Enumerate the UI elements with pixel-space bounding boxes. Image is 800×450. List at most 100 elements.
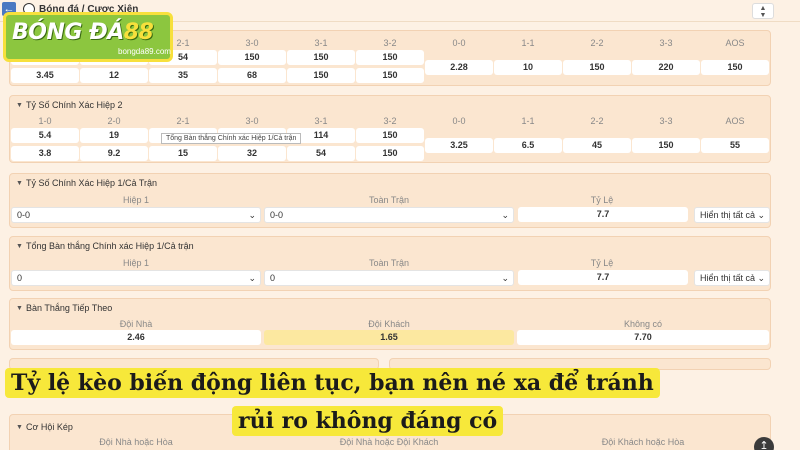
odds-cell[interactable]: 150 <box>632 138 700 153</box>
odds-cell[interactable]: 3.25 <box>425 138 493 153</box>
odds-cell[interactable]: 10 <box>494 60 562 75</box>
label-fulltime: Toàn Trận <box>368 195 410 205</box>
panel-title: Bàn Thắng Tiếp Theo <box>26 303 113 313</box>
chevron-down-icon: ▼ <box>16 242 23 250</box>
logo-number: 88 <box>123 20 154 45</box>
odds-cell[interactable]: 32 <box>218 146 286 161</box>
logo-text: BÓNG ĐÁ <box>12 20 124 45</box>
chevron-down-icon: ▼ <box>16 304 23 312</box>
chevron-down-icon: ⌄ <box>501 210 509 220</box>
score-label: 2-2 <box>590 38 604 48</box>
odds-cell[interactable]: 3.45 <box>11 68 79 83</box>
odds-cell-none[interactable]: 7.70 <box>517 330 769 345</box>
odds-cell[interactable]: 19 <box>80 128 148 143</box>
chevron-down-icon: ⌄ <box>757 273 765 283</box>
show-all-select[interactable]: Hiển thị tất cả ⌄ <box>694 207 770 223</box>
score-label: 3-3 <box>659 116 673 126</box>
show-all-value: Hiển thị tất cả <box>700 273 756 283</box>
score-label: 1-1 <box>521 116 535 126</box>
score-label: 0-0 <box>452 116 466 126</box>
odds-cell[interactable]: 35 <box>149 68 217 83</box>
label-half1: Hiệp 1 <box>122 195 149 205</box>
odds-cell[interactable]: 7.7 <box>518 207 688 222</box>
caption-line-2: rủi ro không đáng có <box>232 406 504 436</box>
odds-cell[interactable]: 9.2 <box>80 146 148 161</box>
odds-cell[interactable]: 150 <box>356 50 424 65</box>
odds-cell[interactable]: 15 <box>149 146 217 161</box>
odds-cell[interactable]: 2.28 <box>425 60 493 75</box>
panel-title: Tổng Bàn thắng Chính xác Hiệp 1/Cả trận <box>26 241 194 251</box>
chevron-down-icon: ⌄ <box>248 273 256 283</box>
caption-banner: Tỷ lệ kèo biến động liên tục, bạn nên né… <box>0 368 800 443</box>
odds-cell-home[interactable]: 2.46 <box>11 330 261 345</box>
score-label: 0-0 <box>452 38 466 48</box>
label-none: Không có <box>623 319 663 329</box>
panel-title: Tỷ Số Chính Xác Hiệp 1/Cả Trận <box>26 178 158 188</box>
odds-cell[interactable]: 150 <box>356 128 424 143</box>
score-label: 3-1 <box>314 116 328 126</box>
odds-cell[interactable]: 12 <box>80 68 148 83</box>
odds-cell[interactable]: 150 <box>563 60 631 75</box>
site-logo: BÓNG ĐÁ88 bongda89.com <box>3 12 173 62</box>
panel-title: Tỷ Số Chính Xác Hiệp 2 <box>26 100 123 110</box>
odds-cell[interactable]: 150 <box>287 68 355 83</box>
score-label: 3-2 <box>383 38 397 48</box>
show-all-select[interactable]: Hiển thị tất cả ⌄ <box>694 270 770 286</box>
chevron-down-icon: ▼ <box>16 101 23 109</box>
score-label: 3-1 <box>314 38 328 48</box>
label-half1: Hiệp 1 <box>122 258 149 268</box>
scroll-to-top-icon[interactable]: ↥ <box>754 437 774 450</box>
tooltip: Tổng Bàn thắng Chính xác Hiệp 1/Cả trận <box>161 133 302 144</box>
odds-cell-away[interactable]: 1.65 <box>264 330 514 345</box>
odds-cell[interactable]: 150 <box>218 50 286 65</box>
fulltime-select-value: 0-0 <box>270 210 284 220</box>
score-label: AOS <box>725 38 745 48</box>
score-label: 2-0 <box>107 116 121 126</box>
logo-domain: bongda89.com <box>118 47 171 56</box>
caption-line-1: Tỷ lệ kèo biến động liên tục, bạn nên né… <box>5 368 660 398</box>
score-label: AOS <box>725 116 745 126</box>
correct-score-2nd-half-panel: ▼ Tỷ Số Chính Xác Hiệp 2 1-0 2-0 2-1 3-0 3-1 3… <box>9 95 771 163</box>
odds-cell[interactable]: 150 <box>701 60 769 75</box>
correct-score-ht-ft-panel: ▼ Tỷ Số Chính Xác Hiệp 1/Cả Trận Hiệp 1 T… <box>9 173 771 228</box>
label-home: Đội Nhà <box>119 319 153 329</box>
next-goal-panel: ▼ Bàn Thắng Tiếp Theo Đội Nhà Đội Khách K… <box>9 298 771 350</box>
odds-cell[interactable]: 45 <box>563 138 631 153</box>
odds-cell[interactable]: 150 <box>287 50 355 65</box>
odds-cell[interactable]: 150 <box>356 68 424 83</box>
panel-header[interactable]: ▼ Bàn Thắng Tiếp Theo <box>16 303 112 313</box>
sort-arrows-icon[interactable]: ▲ ▼ <box>752 3 774 19</box>
odds-cell[interactable]: 220 <box>632 60 700 75</box>
odds-cell[interactable]: 6.5 <box>494 138 562 153</box>
score-label: 3-0 <box>245 38 259 48</box>
half1-select-value: 0 <box>17 273 23 283</box>
score-label: 2-2 <box>590 116 604 126</box>
score-label: 2-1 <box>176 116 190 126</box>
fulltime-select-value: 0 <box>270 273 276 283</box>
chevron-down-icon: ▼ <box>16 179 23 187</box>
label-odds: Tỷ Lệ <box>590 195 614 205</box>
odds-cell[interactable]: 54 <box>287 146 355 161</box>
chevron-down-icon: ⌄ <box>248 210 256 220</box>
odds-cell[interactable]: 5.4 <box>11 128 79 143</box>
fulltime-select[interactable]: 0-0 ⌄ <box>264 207 514 223</box>
show-all-value: Hiển thị tất cả <box>700 210 756 220</box>
odds-cell[interactable]: 68 <box>218 68 286 83</box>
total-goals-ht-ft-panel: ▼ Tổng Bàn thắng Chính xác Hiệp 1/Cả trận… <box>9 236 771 291</box>
odds-cell[interactable]: 55 <box>701 138 769 153</box>
label-fulltime: Toàn Trận <box>368 258 410 268</box>
panel-header[interactable]: ▼ Tỷ Số Chính Xác Hiệp 1/Cả Trận <box>16 178 157 188</box>
odds-cell[interactable]: 7.7 <box>518 270 688 285</box>
panel-header[interactable]: ▼ Tỷ Số Chính Xác Hiệp 2 <box>16 100 123 110</box>
half1-select[interactable]: 0 ⌄ <box>11 270 261 286</box>
panel-header[interactable]: ▼ Tổng Bàn thắng Chính xác Hiệp 1/Cả trận <box>16 241 194 251</box>
label-odds: Tỷ Lệ <box>590 258 614 268</box>
fulltime-select[interactable]: 0 ⌄ <box>264 270 514 286</box>
half1-select[interactable]: 0-0 ⌄ <box>11 207 261 223</box>
score-label: 1-0 <box>38 116 52 126</box>
score-label: 3-3 <box>659 38 673 48</box>
label-away: Đội Khách <box>368 319 410 329</box>
score-label: 3-2 <box>383 116 397 126</box>
odds-cell[interactable]: 150 <box>356 146 424 161</box>
odds-cell[interactable]: 3.8 <box>11 146 79 161</box>
